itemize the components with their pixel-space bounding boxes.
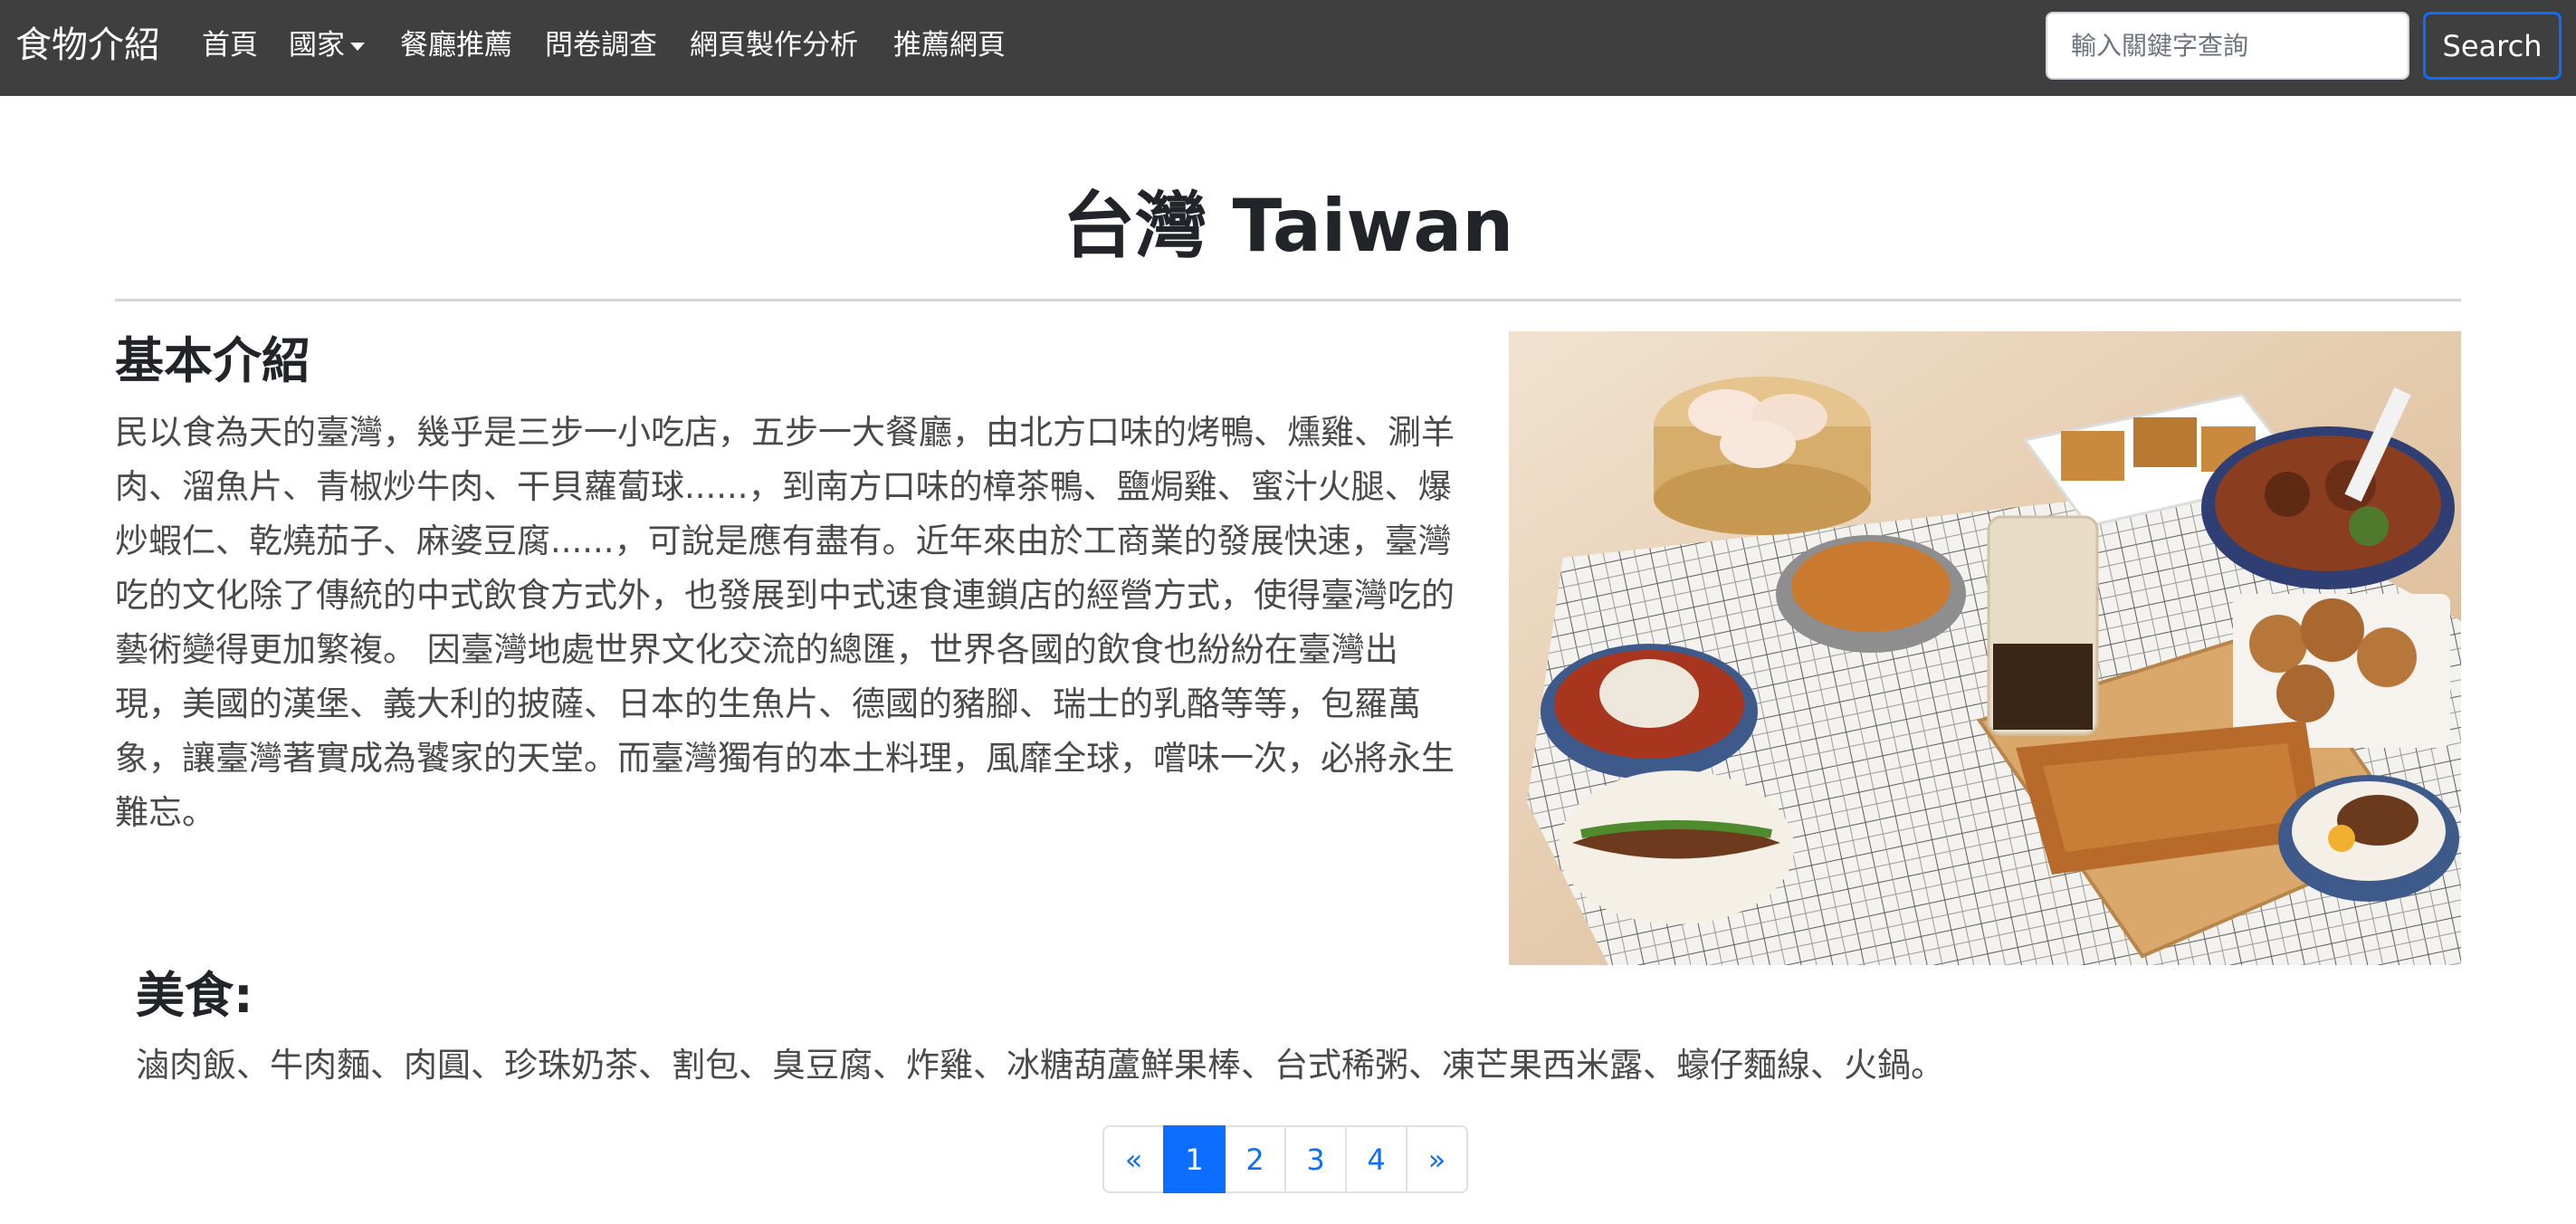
- nav-item-recommended-sites[interactable]: 推薦網頁: [893, 25, 1006, 65]
- page-title: 台灣 Taiwan: [1062, 184, 1514, 268]
- title-divider: [115, 299, 2461, 301]
- intro-paragraph: 民以食為天的臺灣，幾乎是三步一小吃店，五步一大餐廳，由北方口味的烤鴨、燻雞、涮羊…: [115, 413, 1455, 832]
- pagination-next[interactable]: »: [1406, 1125, 1468, 1193]
- nav-item-countries-label: 國家: [289, 29, 345, 62]
- search-button[interactable]: Search: [2423, 12, 2562, 80]
- pagination-page-2[interactable]: 2: [1224, 1125, 1286, 1193]
- pagination-page-1[interactable]: 1: [1163, 1125, 1226, 1193]
- intro-heading: 基本介紹: [115, 332, 310, 389]
- nav-item-restaurants[interactable]: 餐廳推薦: [400, 25, 512, 65]
- food-heading: 美食:: [136, 967, 253, 1024]
- nav-item-countries-dropdown[interactable]: 國家: [289, 25, 365, 65]
- taiwan-food-image: [1509, 331, 2461, 965]
- pagination-page-4[interactable]: 4: [1345, 1125, 1407, 1193]
- search-input[interactable]: [2046, 12, 2409, 80]
- brand-link[interactable]: 食物介紹: [15, 20, 160, 71]
- navbar: 食物介紹 首頁 國家 餐廳推薦 問卷調查 網頁製作分析 推薦網頁 Search: [0, 0, 2576, 96]
- nav-item-analysis[interactable]: 網頁製作分析: [690, 25, 858, 65]
- nav-item-survey[interactable]: 問卷調查: [545, 25, 657, 65]
- pagination-prev[interactable]: «: [1102, 1125, 1165, 1193]
- pagination: « 1 2 3 4 »: [1102, 1125, 1468, 1193]
- nav-item-home[interactable]: 首頁: [202, 25, 258, 65]
- food-list: 滷肉飯、牛肉麵、肉圓、珍珠奶茶、割包、臭豆腐、炸雞、冰糖葫蘆鮮果棒、台式稀粥、凍…: [136, 1046, 1944, 1085]
- pagination-page-3[interactable]: 3: [1284, 1125, 1347, 1193]
- caret-down-icon: [350, 43, 365, 51]
